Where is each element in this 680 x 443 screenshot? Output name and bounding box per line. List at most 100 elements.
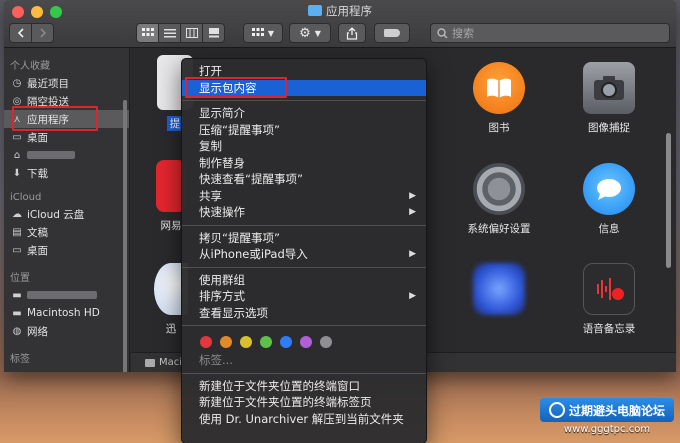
menu-item-view-options[interactable]: 查看显示选项 xyxy=(182,305,426,322)
drive-icon xyxy=(145,358,155,367)
sidebar-item-home[interactable]: ⌂ xyxy=(4,146,129,164)
menu-item-copy[interactable]: 拷贝“提醒事项” xyxy=(182,230,426,247)
group-button[interactable]: ▼ xyxy=(243,23,283,43)
sidebar-item-label: Macintosh HD xyxy=(27,307,100,319)
chevron-left-icon xyxy=(17,28,24,38)
menu-item-show-package-contents[interactable]: 显示包内容 xyxy=(182,79,426,96)
nav-buttons xyxy=(9,23,54,43)
chevron-right-icon xyxy=(39,28,46,38)
menu-item-share[interactable]: 共享 ▶ xyxy=(182,188,426,205)
tag-blue[interactable] xyxy=(280,336,292,348)
menu-item-new-terminal-tab[interactable]: 新建位于文件夹位置的终端标签页 xyxy=(182,394,426,411)
sidebar-item-macintosh-hd[interactable]: ▬ Macintosh HD xyxy=(4,304,129,322)
menu-item-unarchiver-extract[interactable]: 使用 Dr. Unarchiver 解压到当前文件夹 xyxy=(182,411,426,428)
icon-view-button[interactable] xyxy=(136,23,159,43)
drive-icon: ▬ xyxy=(12,307,22,319)
menu-item-sort-by[interactable]: 排序方式 ▶ xyxy=(182,288,426,305)
app-books[interactable]: 图书 xyxy=(449,62,549,135)
window-title-text: 应用程序 xyxy=(326,4,372,18)
cloud-icon: ☁ xyxy=(12,208,22,220)
app-messages[interactable]: 信息 xyxy=(559,163,659,236)
sidebar-scrollbar[interactable] xyxy=(123,100,127,372)
app-label: 图书 xyxy=(488,122,510,134)
share-icon xyxy=(346,26,358,40)
gear-settings-icon xyxy=(473,163,525,215)
share-button[interactable] xyxy=(338,23,366,43)
submenu-arrow-icon: ▶ xyxy=(409,291,416,301)
menu-item-use-groups[interactable]: 使用群组 xyxy=(182,272,426,289)
menu-item-quick-actions[interactable]: 快速操作 ▶ xyxy=(182,204,426,221)
sidebar-item-network[interactable]: ◍ 网络 xyxy=(4,322,129,340)
app-image-capture[interactable]: 图像捕捉 xyxy=(559,62,659,135)
sidebar-item-documents[interactable]: ▤ 文稿 xyxy=(4,223,129,241)
menu-item-duplicate[interactable]: 复制 xyxy=(182,138,426,155)
app-blurred[interactable] xyxy=(449,263,549,321)
menu-separator xyxy=(182,266,426,268)
context-menu: 打开 显示包内容 显示简介 压缩“提醒事项” 复制 制作替身 快速查看“提醒事项… xyxy=(181,58,427,443)
network-icon: ◍ xyxy=(12,325,22,337)
app-voice-memos[interactable]: 语音备忘录 xyxy=(559,263,659,336)
gallery-view-button[interactable] xyxy=(202,23,225,43)
sidebar-heading-locations: 位置 xyxy=(10,273,30,284)
clock-icon: ◷ xyxy=(12,77,22,89)
microphone-icon xyxy=(583,263,635,315)
sidebar-item-drive-blurred[interactable]: ▬ xyxy=(4,286,129,304)
folder-icon xyxy=(308,5,322,16)
tag-gray[interactable] xyxy=(320,336,332,348)
home-icon: ⌂ xyxy=(13,149,21,161)
menu-item-make-alias[interactable]: 制作替身 xyxy=(182,155,426,172)
sidebar-item-downloads[interactable]: ⬇ 下载 xyxy=(4,164,129,182)
action-button[interactable]: ⚙ ▼ xyxy=(289,23,331,43)
sidebar-item-icloud-desktop[interactable]: ▭ 桌面 xyxy=(4,241,129,259)
column-view-button[interactable] xyxy=(180,23,203,43)
menu-item-import-from-iphone[interactable]: 从iPhone或iPad导入 ▶ xyxy=(182,246,426,263)
watermark-url: www.gggtpc.com xyxy=(563,424,651,435)
app-label: 图像捕捉 xyxy=(588,122,630,134)
download-icon: ⬇ xyxy=(12,167,22,179)
sidebar-item-label: 文稿 xyxy=(27,226,48,239)
sidebar-item-label: iCloud 云盘 xyxy=(27,208,85,221)
tag-color-row xyxy=(182,330,426,352)
sidebar-heading-tags: 标签 xyxy=(10,354,30,365)
blurred-label xyxy=(27,291,97,299)
menu-item-open[interactable]: 打开 xyxy=(182,63,426,80)
menu-separator xyxy=(182,372,426,374)
chevron-down-icon: ▼ xyxy=(314,28,321,38)
menu-item-label: 从iPhone或iPad导入 xyxy=(199,247,308,261)
menu-item-tags[interactable]: 标签... xyxy=(182,352,426,369)
menu-item-new-terminal-window[interactable]: 新建位于文件夹位置的终端窗口 xyxy=(182,378,426,395)
app-label: 迅 xyxy=(165,323,177,335)
sidebar-item-recents[interactable]: ◷ 最近项目 xyxy=(4,74,129,92)
sidebar-item-desktop[interactable]: ▭ 桌面 xyxy=(4,128,129,146)
sidebar-item-icloud-drive[interactable]: ☁ iCloud 云盘 xyxy=(4,205,129,223)
app-system-preferences[interactable]: 系统偏好设置 xyxy=(449,163,549,236)
menu-item-quick-look[interactable]: 快速查看“提醒事项” xyxy=(182,171,426,188)
forward-button[interactable] xyxy=(31,23,54,43)
sidebar-item-label: 最近项目 xyxy=(27,77,69,90)
search-placeholder: 搜索 xyxy=(452,27,474,40)
sidebar-heading-favorites: 个人收藏 xyxy=(10,61,50,72)
sidebar-item-label: 桌面 xyxy=(27,244,48,257)
tag-purple[interactable] xyxy=(300,336,312,348)
menu-item-get-info[interactable]: 显示简介 xyxy=(182,105,426,122)
tag-button[interactable] xyxy=(374,23,410,43)
columns-icon xyxy=(185,28,198,38)
desktop-icon: ▭ xyxy=(12,131,22,143)
search-field[interactable]: 搜索 xyxy=(430,23,670,43)
submenu-arrow-icon: ▶ xyxy=(409,249,416,259)
back-button[interactable] xyxy=(9,23,32,43)
sidebar-item-applications[interactable]: ⋏ 应用程序 xyxy=(4,110,129,128)
search-icon xyxy=(437,27,448,38)
menu-item-compress[interactable]: 压缩“提醒事项” xyxy=(182,122,426,139)
tag-green[interactable] xyxy=(260,336,272,348)
blurred-app-icon xyxy=(473,263,525,315)
submenu-arrow-icon: ▶ xyxy=(409,207,416,217)
tag-red[interactable] xyxy=(200,336,212,348)
menu-separator xyxy=(182,100,426,101)
path-bar-text[interactable]: Maci xyxy=(159,357,182,368)
tag-orange[interactable] xyxy=(220,336,232,348)
list-view-button[interactable] xyxy=(158,23,181,43)
sidebar-item-airdrop[interactable]: ◎ 隔空投送 xyxy=(4,92,129,110)
tag-yellow[interactable] xyxy=(240,336,252,348)
main-scrollbar[interactable] xyxy=(666,133,671,268)
